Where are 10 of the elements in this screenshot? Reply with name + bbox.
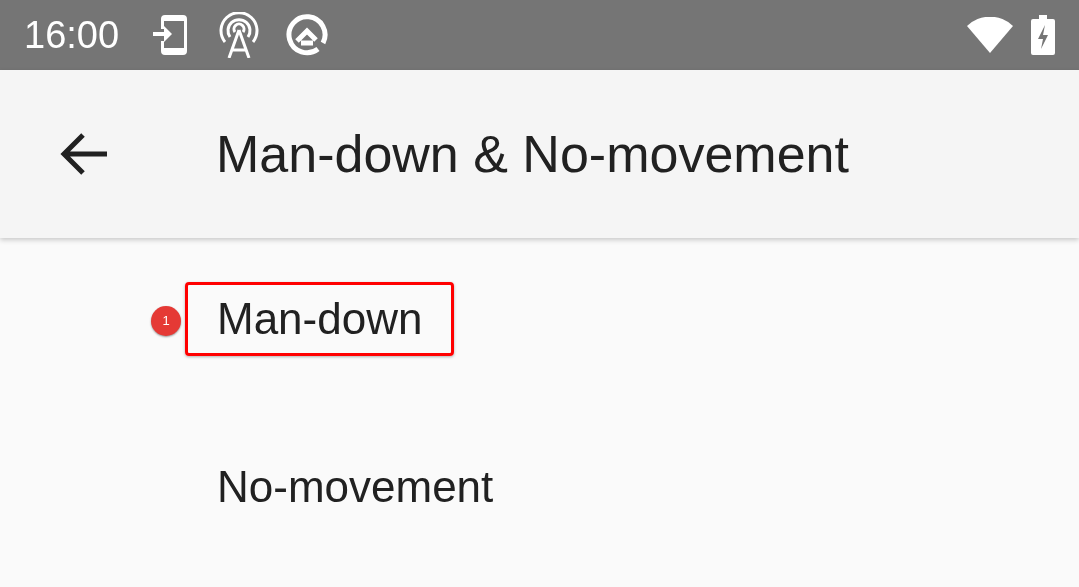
phone-arrow-icon <box>153 13 190 57</box>
battery-icon <box>1031 15 1055 55</box>
menu-item[interactable]: No-movement <box>185 449 526 524</box>
number-badge: 1 <box>151 306 181 336</box>
screen-title: Man-down & No-movement <box>216 124 849 185</box>
menu-item[interactable]: Man-down <box>185 282 455 356</box>
wifi-icon <box>967 17 1013 53</box>
status-time: 16:00 <box>24 12 120 58</box>
circle-logo-icon <box>285 13 330 57</box>
back-arrow-icon <box>59 132 109 176</box>
